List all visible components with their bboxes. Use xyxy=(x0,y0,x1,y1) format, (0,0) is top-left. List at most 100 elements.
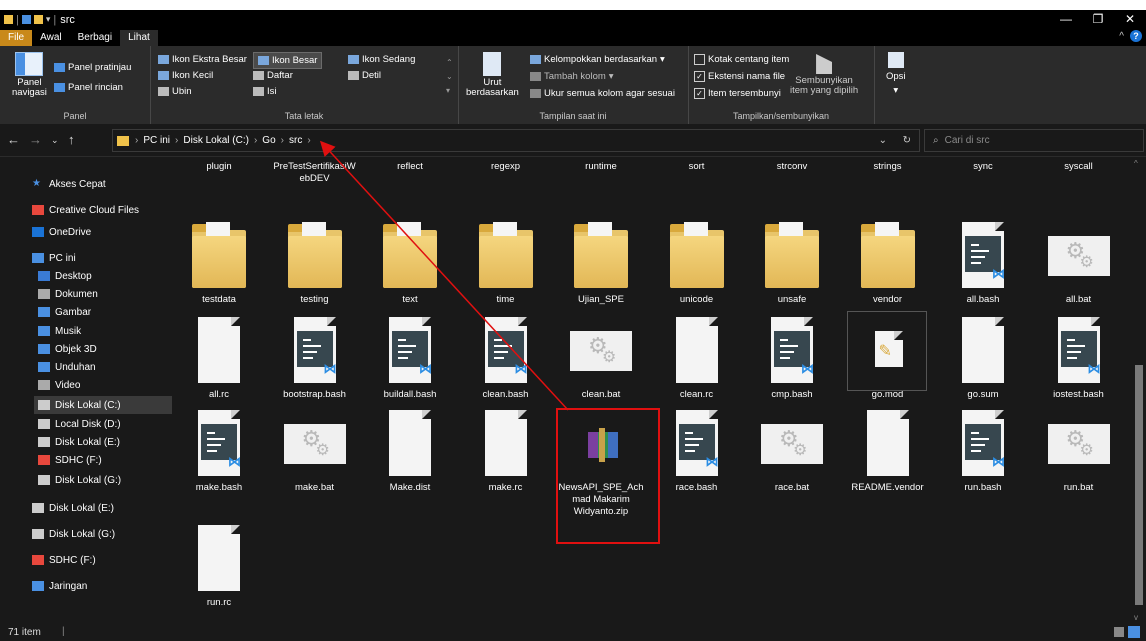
size-columns-button[interactable]: Ukur semua kolom agar sesuai xyxy=(530,88,675,99)
sidebar-item-creative-cloud[interactable]: Creative Cloud Files xyxy=(32,201,139,219)
recent-locations-icon[interactable]: ⌄ xyxy=(51,135,59,146)
sidebar-item-videos[interactable]: Video xyxy=(38,376,80,394)
file-item[interactable]: ✎ go.mod xyxy=(845,311,931,401)
sidebar-item-disk-e-2[interactable]: Disk Lokal (E:) xyxy=(32,499,114,517)
sidebar-item-3d-objects[interactable]: Objek 3D xyxy=(38,340,97,358)
layout-list[interactable]: Daftar xyxy=(253,70,293,81)
layout-small-icons[interactable]: Ikon Kecil xyxy=(158,70,213,81)
file-item[interactable]: ⋈ bootstrap.bash xyxy=(272,315,358,401)
collapse-ribbon-icon[interactable]: ^ xyxy=(1119,31,1124,42)
file-item[interactable]: make.rc xyxy=(463,408,549,494)
checkbox-unchecked-icon[interactable] xyxy=(694,54,705,65)
layout-large-icons[interactable]: Ikon Besar xyxy=(253,52,323,69)
item-checkboxes-option[interactable]: Kotak centang item xyxy=(694,54,789,65)
file-extensions-option[interactable]: ✓ Ekstensi nama file xyxy=(694,71,785,82)
details-pane-button[interactable]: Panel rincian xyxy=(54,82,123,93)
forward-arrow-icon[interactable]: → xyxy=(29,132,42,147)
file-item[interactable]: ⚙ ⚙ race.bat xyxy=(749,408,835,494)
sidebar-item-quick-access[interactable]: ★ Akses Cepat xyxy=(32,175,106,193)
group-by-button[interactable]: Kelompokkan berdasarkan ▾ xyxy=(530,54,665,65)
sidebar-item-sdhc-f-2[interactable]: SDHC (F:) xyxy=(32,551,96,569)
sidebar-item-documents[interactable]: Dokumen xyxy=(38,285,98,303)
close-button[interactable]: ✕ xyxy=(1114,10,1146,29)
layout-scroll-arrows[interactable]: ⌃ ⌄ ▾ xyxy=(446,56,453,98)
file-item[interactable]: clean.rc xyxy=(654,315,740,401)
sort-by-button[interactable]: Urut berdasarkan xyxy=(466,52,519,98)
file-item[interactable]: Ujian_SPE xyxy=(558,220,644,306)
refresh-icon[interactable]: ↻ xyxy=(903,135,911,146)
file-item[interactable]: strings xyxy=(845,157,931,173)
breadcrumb-go[interactable]: Go xyxy=(262,135,275,146)
file-item[interactable]: ⋈ make.bash xyxy=(176,408,262,494)
layout-tiles[interactable]: Ubin xyxy=(158,86,192,97)
file-item[interactable]: PreTestSertifikasiWebDEV xyxy=(272,157,358,185)
options-button[interactable]: Opsi ▾ xyxy=(886,52,906,96)
layout-details[interactable]: Detil xyxy=(348,70,381,81)
file-item[interactable]: strconv xyxy=(749,157,835,173)
file-item[interactable]: ⚙ ⚙ run.bat xyxy=(1036,408,1122,494)
minimize-button[interactable]: — xyxy=(1050,10,1082,29)
scroll-up-icon[interactable]: ^ xyxy=(1134,159,1138,168)
file-item[interactable]: reflect xyxy=(367,157,453,173)
file-item[interactable]: all.rc xyxy=(176,315,262,401)
large-icons-view-icon[interactable] xyxy=(1128,626,1140,638)
file-item[interactable]: ⋈ cmp.bash xyxy=(749,315,835,401)
file-item[interactable]: syscall xyxy=(1036,157,1122,173)
file-item[interactable]: ⚙ ⚙ clean.bat xyxy=(558,315,644,401)
layout-medium-icons[interactable]: Ikon Sedang xyxy=(348,54,415,65)
file-item[interactable]: ⋈ all.bash xyxy=(940,220,1026,306)
breadcrumb-disk-c[interactable]: Disk Lokal (C:) xyxy=(183,135,249,146)
sidebar-item-this-pc[interactable]: PC ini xyxy=(32,249,76,267)
file-item[interactable]: sort xyxy=(654,157,740,173)
file-item[interactable]: sync xyxy=(940,157,1026,173)
file-item[interactable]: unicode xyxy=(654,220,740,306)
file-item[interactable]: ⋈ clean.bash xyxy=(463,315,549,401)
address-bar[interactable]: › PC ini › Disk Lokal (C:) › Go › src › … xyxy=(112,129,920,152)
file-item[interactable]: ⚙ ⚙ make.bat xyxy=(272,408,358,494)
chevron-down-icon[interactable]: ⌄ xyxy=(879,135,887,146)
file-item[interactable]: runtime xyxy=(558,157,644,173)
tab-berbagi[interactable]: Berbagi xyxy=(70,30,120,46)
file-item[interactable]: ⋈ run.bash xyxy=(940,408,1026,494)
sidebar-item-network[interactable]: Jaringan xyxy=(32,577,87,595)
sidebar-item-sdhc-f[interactable]: SDHC (F:) xyxy=(38,451,102,469)
layout-content[interactable]: Isi xyxy=(253,86,277,97)
file-item[interactable]: Make.dist xyxy=(367,408,453,494)
sidebar-item-onedrive[interactable]: OneDrive xyxy=(32,223,91,241)
sidebar-item-desktop[interactable]: Desktop xyxy=(38,267,92,285)
file-item[interactable]: run.rc xyxy=(176,523,262,609)
layout-extra-large-icons[interactable]: Ikon Ekstra Besar xyxy=(158,54,247,65)
up-arrow-icon[interactable]: ↑ xyxy=(68,132,75,147)
breadcrumb-src[interactable]: src xyxy=(289,135,302,146)
sidebar-item-downloads[interactable]: Unduhan xyxy=(38,358,96,376)
sidebar-item-disk-e[interactable]: Disk Lokal (E:) xyxy=(38,433,120,451)
properties-icon[interactable] xyxy=(21,15,31,24)
hidden-items-option[interactable]: ✓ Item tersembunyi xyxy=(694,88,781,99)
file-item[interactable]: ⋈ buildall.bash xyxy=(367,315,453,401)
breadcrumb-pc[interactable]: PC ini xyxy=(143,135,170,146)
file-item[interactable]: text xyxy=(367,220,453,306)
tab-file[interactable]: File xyxy=(0,30,33,46)
navigation-pane-button[interactable]: Panel navigasi xyxy=(12,52,47,98)
back-arrow-icon[interactable]: ← xyxy=(7,132,20,147)
sidebar-item-disk-c[interactable]: Disk Lokal (C:) xyxy=(34,396,172,414)
file-item[interactable]: go.sum xyxy=(940,315,1026,401)
sidebar-item-disk-d[interactable]: Local Disk (D:) xyxy=(38,415,121,433)
checkbox-checked-icon[interactable]: ✓ xyxy=(694,71,705,82)
file-item[interactable]: regexp xyxy=(463,157,549,173)
details-view-icon[interactable] xyxy=(1114,627,1124,637)
customize-toolbar-icon[interactable]: ▾ xyxy=(46,14,51,25)
help-icon[interactable]: ? xyxy=(1130,30,1142,42)
sidebar-item-pictures[interactable]: Gambar xyxy=(38,303,91,321)
file-item[interactable]: vendor xyxy=(845,220,931,306)
tab-awal[interactable]: Awal xyxy=(32,30,70,46)
hide-selected-button[interactable]: Sembunyikan item yang dipilih xyxy=(790,54,858,96)
file-item[interactable]: ⋈ iostest.bash xyxy=(1036,315,1122,401)
new-folder-icon[interactable] xyxy=(33,15,43,24)
add-columns-button[interactable]: Tambah kolom ▾ xyxy=(530,71,614,82)
file-item[interactable]: testdata xyxy=(176,220,262,306)
scrollbar-thumb[interactable] xyxy=(1135,365,1143,605)
file-item[interactable]: testing xyxy=(272,220,358,306)
scroll-down-icon[interactable]: v xyxy=(1134,613,1138,622)
file-item[interactable]: ⚙ ⚙ all.bat xyxy=(1036,220,1122,306)
